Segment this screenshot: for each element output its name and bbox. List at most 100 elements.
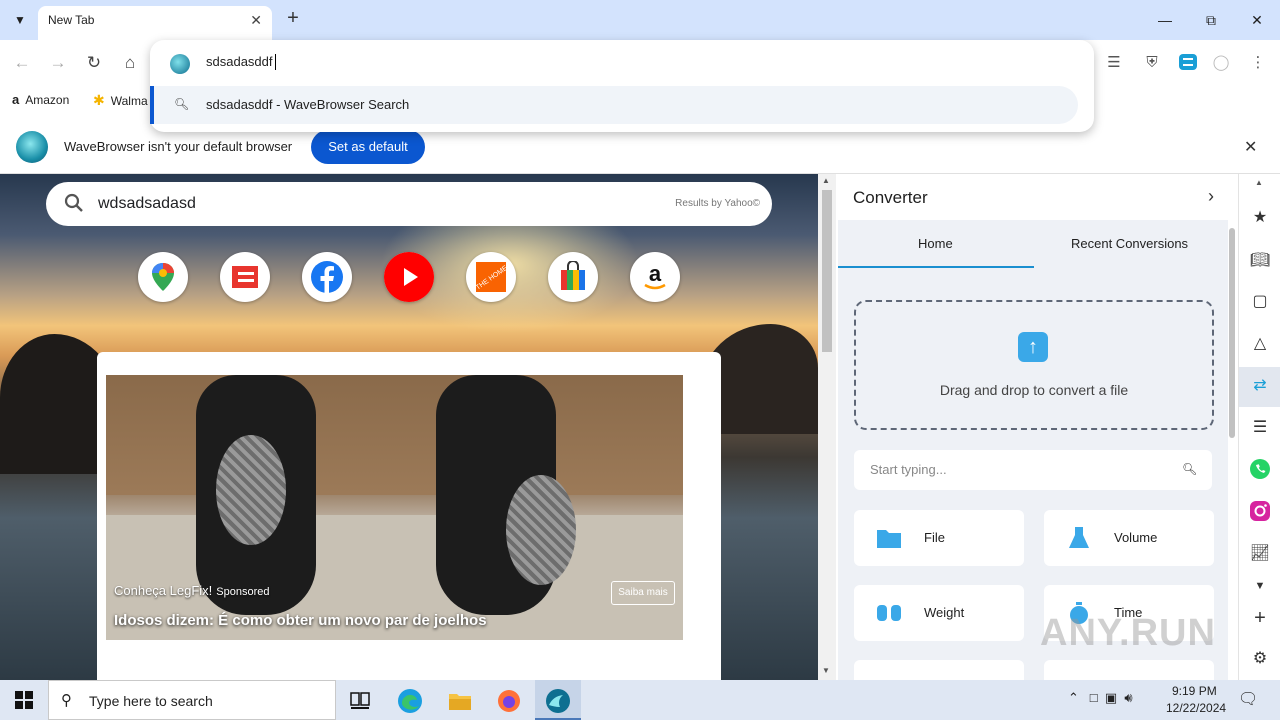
ad-headline[interactable]: Idosos dizem: É como obter um novo par d…	[114, 612, 487, 629]
drive-icon[interactable]: △	[1248, 332, 1272, 356]
dropzone-text: Drag and drop to convert a file	[939, 382, 1129, 398]
page-scrollbar[interactable]: ▲ ▼	[818, 174, 836, 680]
clock-time[interactable]: 9:19 PM	[1172, 684, 1217, 698]
restore-button[interactable]: ⧉	[1199, 8, 1223, 32]
category-volume[interactable]: Volume	[1044, 510, 1214, 566]
side-rail: ▲ ★ 📖︎ ▢ △ ⇄ ☰ 📈︎ ▼ + ⚙	[1238, 174, 1280, 680]
bookmark-walmart[interactable]: ✱ Walma	[93, 92, 148, 109]
menu-icon[interactable]: ⋮	[1247, 52, 1269, 74]
shortcut-amazon[interactable]: a	[630, 252, 680, 302]
new-tab-button[interactable]: +	[282, 8, 304, 30]
watermark: ANY.RUN	[1040, 612, 1216, 654]
settings-gear-icon[interactable]: ⚙	[1248, 647, 1272, 671]
search-icon: 🔍︎	[174, 97, 190, 111]
infobar-message: WaveBrowser isn't your default browser	[64, 139, 293, 154]
tab-title: New Tab	[48, 13, 95, 27]
close-window-button[interactable]: ✕	[1245, 8, 1269, 32]
package-icon[interactable]: ▢	[1248, 290, 1272, 314]
firefox-icon[interactable]	[489, 684, 529, 718]
omnibox-suggestion[interactable]: 🔍︎ sdsadasddf - WaveBrowser Search	[150, 86, 1078, 124]
volume-icon[interactable]: 🔊︎	[1124, 690, 1132, 705]
category-card[interactable]	[854, 660, 1024, 680]
ad-kneepad	[216, 435, 286, 545]
profile-icon[interactable]: ◯	[1210, 52, 1232, 74]
close-tab-icon[interactable]: ✕	[250, 12, 262, 29]
converter-search-input[interactable]: Start typing... 🔍︎	[854, 450, 1212, 490]
reading-book-icon[interactable]: 📖︎	[1248, 249, 1272, 273]
shortcut-store[interactable]	[548, 252, 598, 302]
folder-icon	[877, 530, 901, 548]
tab-home[interactable]: Home	[918, 236, 953, 251]
set-as-default-button[interactable]: Set as default	[311, 130, 425, 164]
add-icon[interactable]: +	[1248, 606, 1272, 630]
home-depot-icon: THE HOME	[475, 262, 508, 292]
category-file[interactable]: File	[854, 510, 1024, 566]
tab-search-dropdown-icon[interactable]: ▼	[8, 8, 32, 32]
task-view-icon[interactable]	[340, 684, 380, 718]
back-button[interactable]: ←	[11, 52, 33, 74]
windows-logo-icon	[15, 691, 33, 709]
reload-button[interactable]: ↻	[83, 52, 105, 74]
scroll-up-icon[interactable]: ▲	[822, 176, 830, 185]
scrollbar-thumb[interactable]	[822, 190, 832, 352]
file-dropzone[interactable]: ↑ Drag and drop to convert a file	[854, 300, 1214, 430]
stats-chart-icon[interactable]: 📈︎	[1248, 542, 1272, 566]
rail-expand-icon[interactable]: ▼	[1248, 574, 1272, 598]
tab-new-tab[interactable]: New Tab ✕	[38, 6, 272, 40]
address-bar-input[interactable]: sdsadasddf	[206, 54, 273, 69]
shortcut-home-depot[interactable]: THE HOME	[466, 252, 516, 302]
sponsored-ad-card[interactable]: Conheça LegFix! Sponsored Idosos dizem: É…	[97, 352, 721, 680]
clock-date[interactable]: 12/22/2024	[1166, 701, 1226, 715]
chevron-right-icon[interactable]: ›	[1208, 186, 1214, 207]
bookmark-star-icon[interactable]: ★	[1248, 206, 1272, 230]
rail-scroll-up-icon[interactable]: ▲	[1255, 178, 1263, 187]
shortcut-facebook[interactable]	[302, 252, 352, 302]
ad-image[interactable]: Conheça LegFix! Sponsored Idosos dizem: É…	[106, 375, 683, 640]
shortcut-youtube[interactable]	[384, 252, 434, 302]
network-icon[interactable]: □	[1090, 690, 1098, 705]
shortcut-espn[interactable]	[220, 252, 270, 302]
ntp-search-box[interactable]: wdsadsadasd Results by Yahoo©	[46, 182, 772, 226]
notes-icon[interactable]: ☰	[1248, 416, 1272, 440]
home-button[interactable]: ⌂	[119, 52, 141, 74]
category-weight[interactable]: Weight	[854, 585, 1024, 641]
converter-extension-icon[interactable]	[1177, 52, 1199, 74]
ethernet-icon[interactable]: ▣	[1105, 690, 1117, 705]
shortcut-maps[interactable]	[138, 252, 188, 302]
windows-start-button[interactable]	[0, 680, 48, 720]
panel-title: Converter	[853, 188, 928, 207]
tab-recent-conversions[interactable]: Recent Conversions	[1071, 236, 1188, 251]
category-label: Volume	[1114, 530, 1158, 545]
sponsored-label: Sponsored	[216, 586, 270, 598]
instagram-icon[interactable]	[1248, 500, 1272, 524]
system-tray[interactable]: ⌃ □ ▣ 🔊︎	[1068, 690, 1133, 706]
infobar-close-icon[interactable]: ✕	[1244, 137, 1257, 157]
whatsapp-icon[interactable]	[1248, 458, 1272, 482]
panel-scrollbar[interactable]	[1226, 220, 1238, 680]
panel-body: Home Recent Conversions ↑ Drag and drop …	[838, 220, 1228, 680]
wavebrowser-icon[interactable]	[538, 684, 578, 718]
scroll-down-icon[interactable]: ▼	[822, 666, 830, 675]
shield-icon[interactable]: ⛨	[1141, 52, 1163, 74]
dumbbell-icon	[877, 605, 901, 621]
minimize-button[interactable]: —	[1153, 8, 1177, 32]
forward-button[interactable]: →	[47, 52, 69, 74]
espn-icon	[232, 266, 258, 288]
ntp-search-input[interactable]: wdsadsadasd	[98, 195, 196, 213]
file-explorer-icon[interactable]	[440, 684, 480, 718]
panel-tabs: Home Recent Conversions	[838, 220, 1228, 268]
store-icon	[561, 261, 585, 290]
panel-scrollbar-thumb[interactable]	[1229, 228, 1235, 438]
svg-text:a: a	[649, 262, 662, 286]
notification-icon[interactable]: 🗨︎	[1238, 689, 1258, 709]
category-card[interactable]	[1044, 660, 1214, 680]
edge-icon[interactable]	[390, 684, 430, 718]
chevron-up-icon[interactable]: ⌃	[1068, 690, 1079, 705]
ad-cta-button[interactable]: Saiba mais	[611, 581, 675, 605]
suggestion-text: sdsadasddf - WaveBrowser Search	[206, 97, 410, 112]
bookmark-amazon[interactable]: a Amazon	[12, 92, 69, 107]
extension-stack-icon[interactable]: ☰	[1103, 52, 1125, 74]
active-tab-indicator	[838, 266, 1034, 268]
converter-icon[interactable]: ⇄	[1248, 374, 1272, 398]
taskbar-search[interactable]: ⚲ Type here to search	[48, 680, 336, 720]
